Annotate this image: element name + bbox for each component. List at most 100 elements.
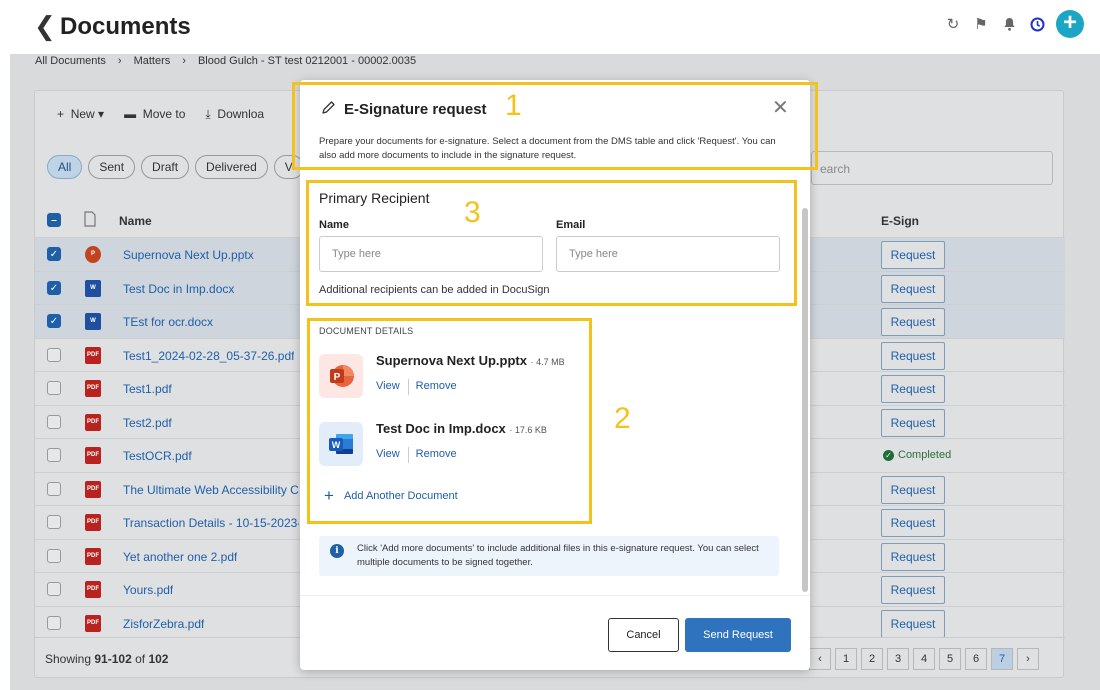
download-button[interactable]: ⤓ Downloa: [205, 107, 264, 122]
row-checkbox[interactable]: ✓: [47, 314, 61, 328]
page-button[interactable]: 4: [913, 648, 935, 670]
modal-scrollbar[interactable]: [802, 208, 808, 592]
request-button[interactable]: Request: [881, 475, 945, 504]
filter-delivered[interactable]: Delivered: [195, 155, 268, 179]
check-circle-icon: ✓: [883, 449, 894, 461]
request-button[interactable]: Request: [881, 375, 945, 403]
breadcrumb: All Documents › Matters › Blood Gulch - …: [35, 54, 416, 68]
page-button[interactable]: 1: [835, 648, 857, 670]
name-input[interactable]: [319, 236, 543, 272]
file-icon: [83, 211, 97, 230]
add-another-document-button[interactable]: + Add Another Document: [324, 487, 458, 504]
request-button[interactable]: Request: [881, 576, 945, 604]
file-name-link[interactable]: TestOCR.pdf: [123, 449, 192, 463]
pdf-file-icon: PDF: [85, 514, 101, 531]
row-checkbox[interactable]: ✓: [47, 247, 61, 261]
file-name-link[interactable]: TEst for ocr.docx: [123, 315, 213, 329]
breadcrumb-matter[interactable]: Blood Gulch - ST test 0212001 - 00002.00…: [198, 55, 416, 67]
row-checkbox[interactable]: [47, 448, 61, 462]
row-checkbox[interactable]: [47, 515, 61, 529]
move-to-button[interactable]: ▬ Move to: [124, 107, 185, 122]
top-icons: ↻ ⚑ +: [944, 10, 1084, 38]
view-link[interactable]: View: [376, 448, 400, 463]
filter-all[interactable]: All: [47, 155, 83, 179]
request-button[interactable]: Request: [881, 408, 945, 437]
page-button[interactable]: 3: [887, 648, 909, 670]
flag-icon[interactable]: ⚑: [972, 15, 990, 33]
file-name-link[interactable]: Test Doc in Imp.docx: [123, 282, 234, 296]
file-name-link[interactable]: Test2.pdf: [123, 416, 172, 430]
modal-header: E-Signature request ✕ Prepare your docum…: [300, 80, 810, 170]
send-request-button[interactable]: Send Request: [685, 618, 791, 652]
clock-icon[interactable]: [1028, 15, 1046, 33]
info-icon: i: [330, 544, 344, 558]
annotation-number-3: 3: [464, 196, 481, 229]
remove-link[interactable]: Remove: [416, 380, 457, 395]
filter-chips: All Sent Draft Delivered V: [47, 155, 304, 179]
document-actions: View Remove: [376, 447, 457, 463]
folder-icon: ▬: [124, 107, 137, 121]
download-label: Downloa: [217, 107, 265, 121]
refresh-icon[interactable]: ↻: [944, 15, 962, 33]
request-button[interactable]: Request: [881, 308, 945, 336]
showing-text: Showing 91-102 of 102: [45, 652, 168, 666]
download-icon: ⤓: [205, 107, 211, 121]
row-checkbox[interactable]: [47, 615, 61, 630]
document-name-text: Supernova Next Up.pptx: [376, 353, 527, 368]
row-checkbox[interactable]: [47, 414, 61, 429]
page-button[interactable]: ›: [1017, 648, 1039, 670]
row-checkbox[interactable]: [47, 582, 61, 596]
pdf-file-icon: PDF: [85, 581, 101, 598]
name-label: Name: [319, 219, 349, 231]
bell-icon[interactable]: [1000, 15, 1018, 33]
breadcrumb-matters[interactable]: Matters: [134, 55, 171, 67]
filter-sent[interactable]: Sent: [88, 155, 136, 179]
add-button[interactable]: +: [1056, 10, 1084, 38]
page-button[interactable]: 7: [991, 648, 1013, 670]
request-button[interactable]: Request: [881, 509, 945, 537]
primary-recipient-title: Primary Recipient: [319, 190, 430, 206]
row-checkbox[interactable]: [47, 548, 61, 563]
request-button[interactable]: Request: [881, 274, 945, 303]
request-button[interactable]: Request: [881, 609, 945, 638]
new-button[interactable]: + New ▾: [57, 107, 104, 122]
pagination: ‹ 1 2 3 4 5 6 7 ›: [809, 648, 1039, 670]
request-button[interactable]: Request: [881, 542, 945, 571]
row-checkbox[interactable]: [47, 481, 61, 496]
select-all-checkbox[interactable]: –: [47, 213, 61, 227]
row-checkbox[interactable]: ✓: [47, 280, 61, 295]
modal-title: E-Signature request: [344, 101, 487, 118]
showing-total: 102: [148, 652, 169, 666]
file-name-link[interactable]: Test1.pdf: [123, 382, 172, 396]
svg-text:W: W: [332, 440, 341, 450]
file-name-link[interactable]: Yet another one 2.pdf: [123, 550, 237, 564]
breadcrumb-all-documents[interactable]: All Documents: [35, 55, 106, 67]
remove-link[interactable]: Remove: [416, 448, 457, 463]
back-arrow-icon[interactable]: ❮: [34, 12, 56, 40]
pdf-file-icon: PDF: [85, 614, 101, 632]
cancel-button[interactable]: Cancel: [608, 618, 679, 652]
request-button[interactable]: Request: [881, 241, 945, 269]
file-name-link[interactable]: Yours.pdf: [123, 583, 173, 597]
page-button[interactable]: 5: [939, 648, 961, 670]
search-input[interactable]: earch: [811, 151, 1053, 185]
email-input[interactable]: [556, 236, 780, 272]
view-link[interactable]: View: [376, 380, 400, 395]
close-icon[interactable]: ✕: [772, 98, 789, 118]
row-checkbox[interactable]: [47, 347, 61, 362]
row-checkbox[interactable]: [47, 381, 61, 395]
page-button[interactable]: 2: [861, 648, 883, 670]
file-name-link[interactable]: Supernova Next Up.pptx: [123, 248, 254, 262]
column-name[interactable]: Name: [119, 214, 152, 228]
request-button[interactable]: Request: [881, 341, 945, 370]
file-name-link[interactable]: ZisforZebra.pdf: [123, 617, 204, 631]
page-button[interactable]: 6: [965, 648, 987, 670]
file-name-link[interactable]: Test1_2024-02-28_05-37-26.pdf: [123, 349, 294, 363]
file-name-link[interactable]: Transaction Details - 10-15-2023-: [123, 516, 299, 530]
file-name-link[interactable]: The Ultimate Web Accessibility Ch: [123, 483, 299, 497]
word-icon: W: [319, 422, 363, 466]
toolbar: + New ▾ ▬ Move to ⤓ Downloa: [57, 107, 264, 122]
filter-draft[interactable]: Draft: [141, 155, 190, 179]
page-button[interactable]: ‹: [809, 648, 831, 670]
showing-of: of: [135, 652, 146, 666]
